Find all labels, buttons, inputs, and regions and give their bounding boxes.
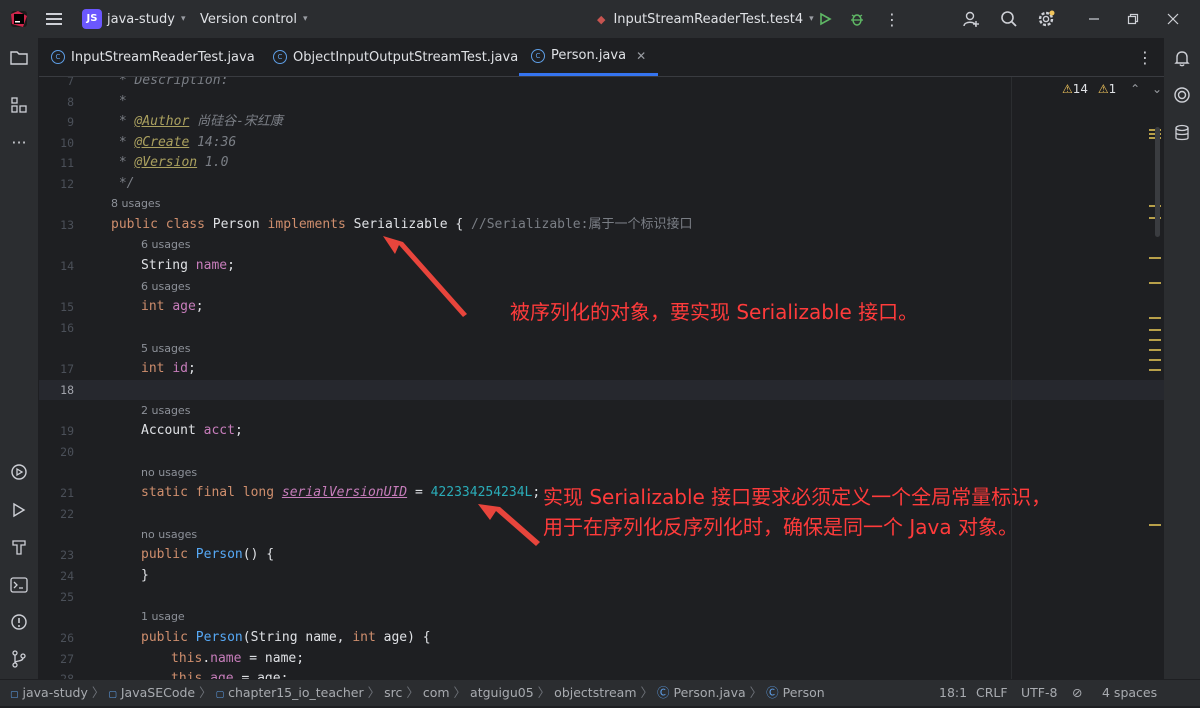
- file-encoding[interactable]: UTF-8: [1021, 680, 1057, 706]
- indent-setting[interactable]: 4 spaces: [1102, 680, 1157, 706]
- readonly-toggle-icon[interactable]: ⊘: [1072, 680, 1082, 706]
- breadcrumb-item[interactable]: objectstream: [554, 685, 636, 700]
- breadcrumb-item[interactable]: java-study: [23, 685, 88, 700]
- line-separator[interactable]: CRLF: [976, 680, 1008, 706]
- chevron-right-icon: 〉: [537, 685, 551, 700]
- breadcrumb-item[interactable]: com: [423, 685, 450, 700]
- breadcrumb-item[interactable]: Person.java: [673, 685, 745, 700]
- status-bar: ▢ java-study 〉 ▢ JavaSECode 〉 ▢ chapter1…: [0, 679, 1200, 706]
- annotation-text-2-line1: 实现 Serializable 接口要求必须定义一个全局常量标识，: [543, 485, 1052, 509]
- module-icon: ▢: [108, 690, 117, 700]
- chevron-right-icon: 〉: [406, 685, 419, 700]
- annotation-text-2-line2: 用于在序列化反序列化时，确保是同一个 Java 对象。: [543, 515, 1018, 539]
- chevron-right-icon: 〉: [91, 685, 105, 700]
- chevron-right-icon: 〉: [749, 685, 763, 700]
- annotation-arrow-1: [383, 236, 467, 317]
- chevron-right-icon: 〉: [367, 685, 381, 700]
- java-class-icon: Ⓒ: [766, 685, 779, 700]
- annotation-text-1: 被序列化的对象，要实现 Serializable 接口。: [510, 300, 919, 324]
- caret-position[interactable]: 18:1: [939, 680, 967, 706]
- breadcrumb-item[interactable]: src: [384, 685, 402, 700]
- java-class-icon: Ⓒ: [656, 685, 670, 700]
- breadcrumb: ▢ java-study 〉 ▢ JavaSECode 〉 ▢ chapter1…: [10, 680, 825, 706]
- breadcrumb-item[interactable]: JavaSECode: [121, 685, 195, 700]
- breadcrumb-item[interactable]: atguigu05: [470, 685, 534, 700]
- chevron-right-icon: 〉: [640, 685, 653, 700]
- annotation-arrow-2: [478, 504, 540, 546]
- annotation-arrows: [383, 236, 540, 546]
- chevron-right-icon: 〉: [453, 685, 467, 700]
- breadcrumb-item[interactable]: Person: [783, 685, 825, 700]
- module-icon: ▢: [215, 690, 225, 700]
- module-icon: ▢: [10, 690, 19, 700]
- breadcrumb-item[interactable]: chapter15_io_teacher: [228, 685, 364, 700]
- chevron-right-icon: 〉: [199, 685, 212, 700]
